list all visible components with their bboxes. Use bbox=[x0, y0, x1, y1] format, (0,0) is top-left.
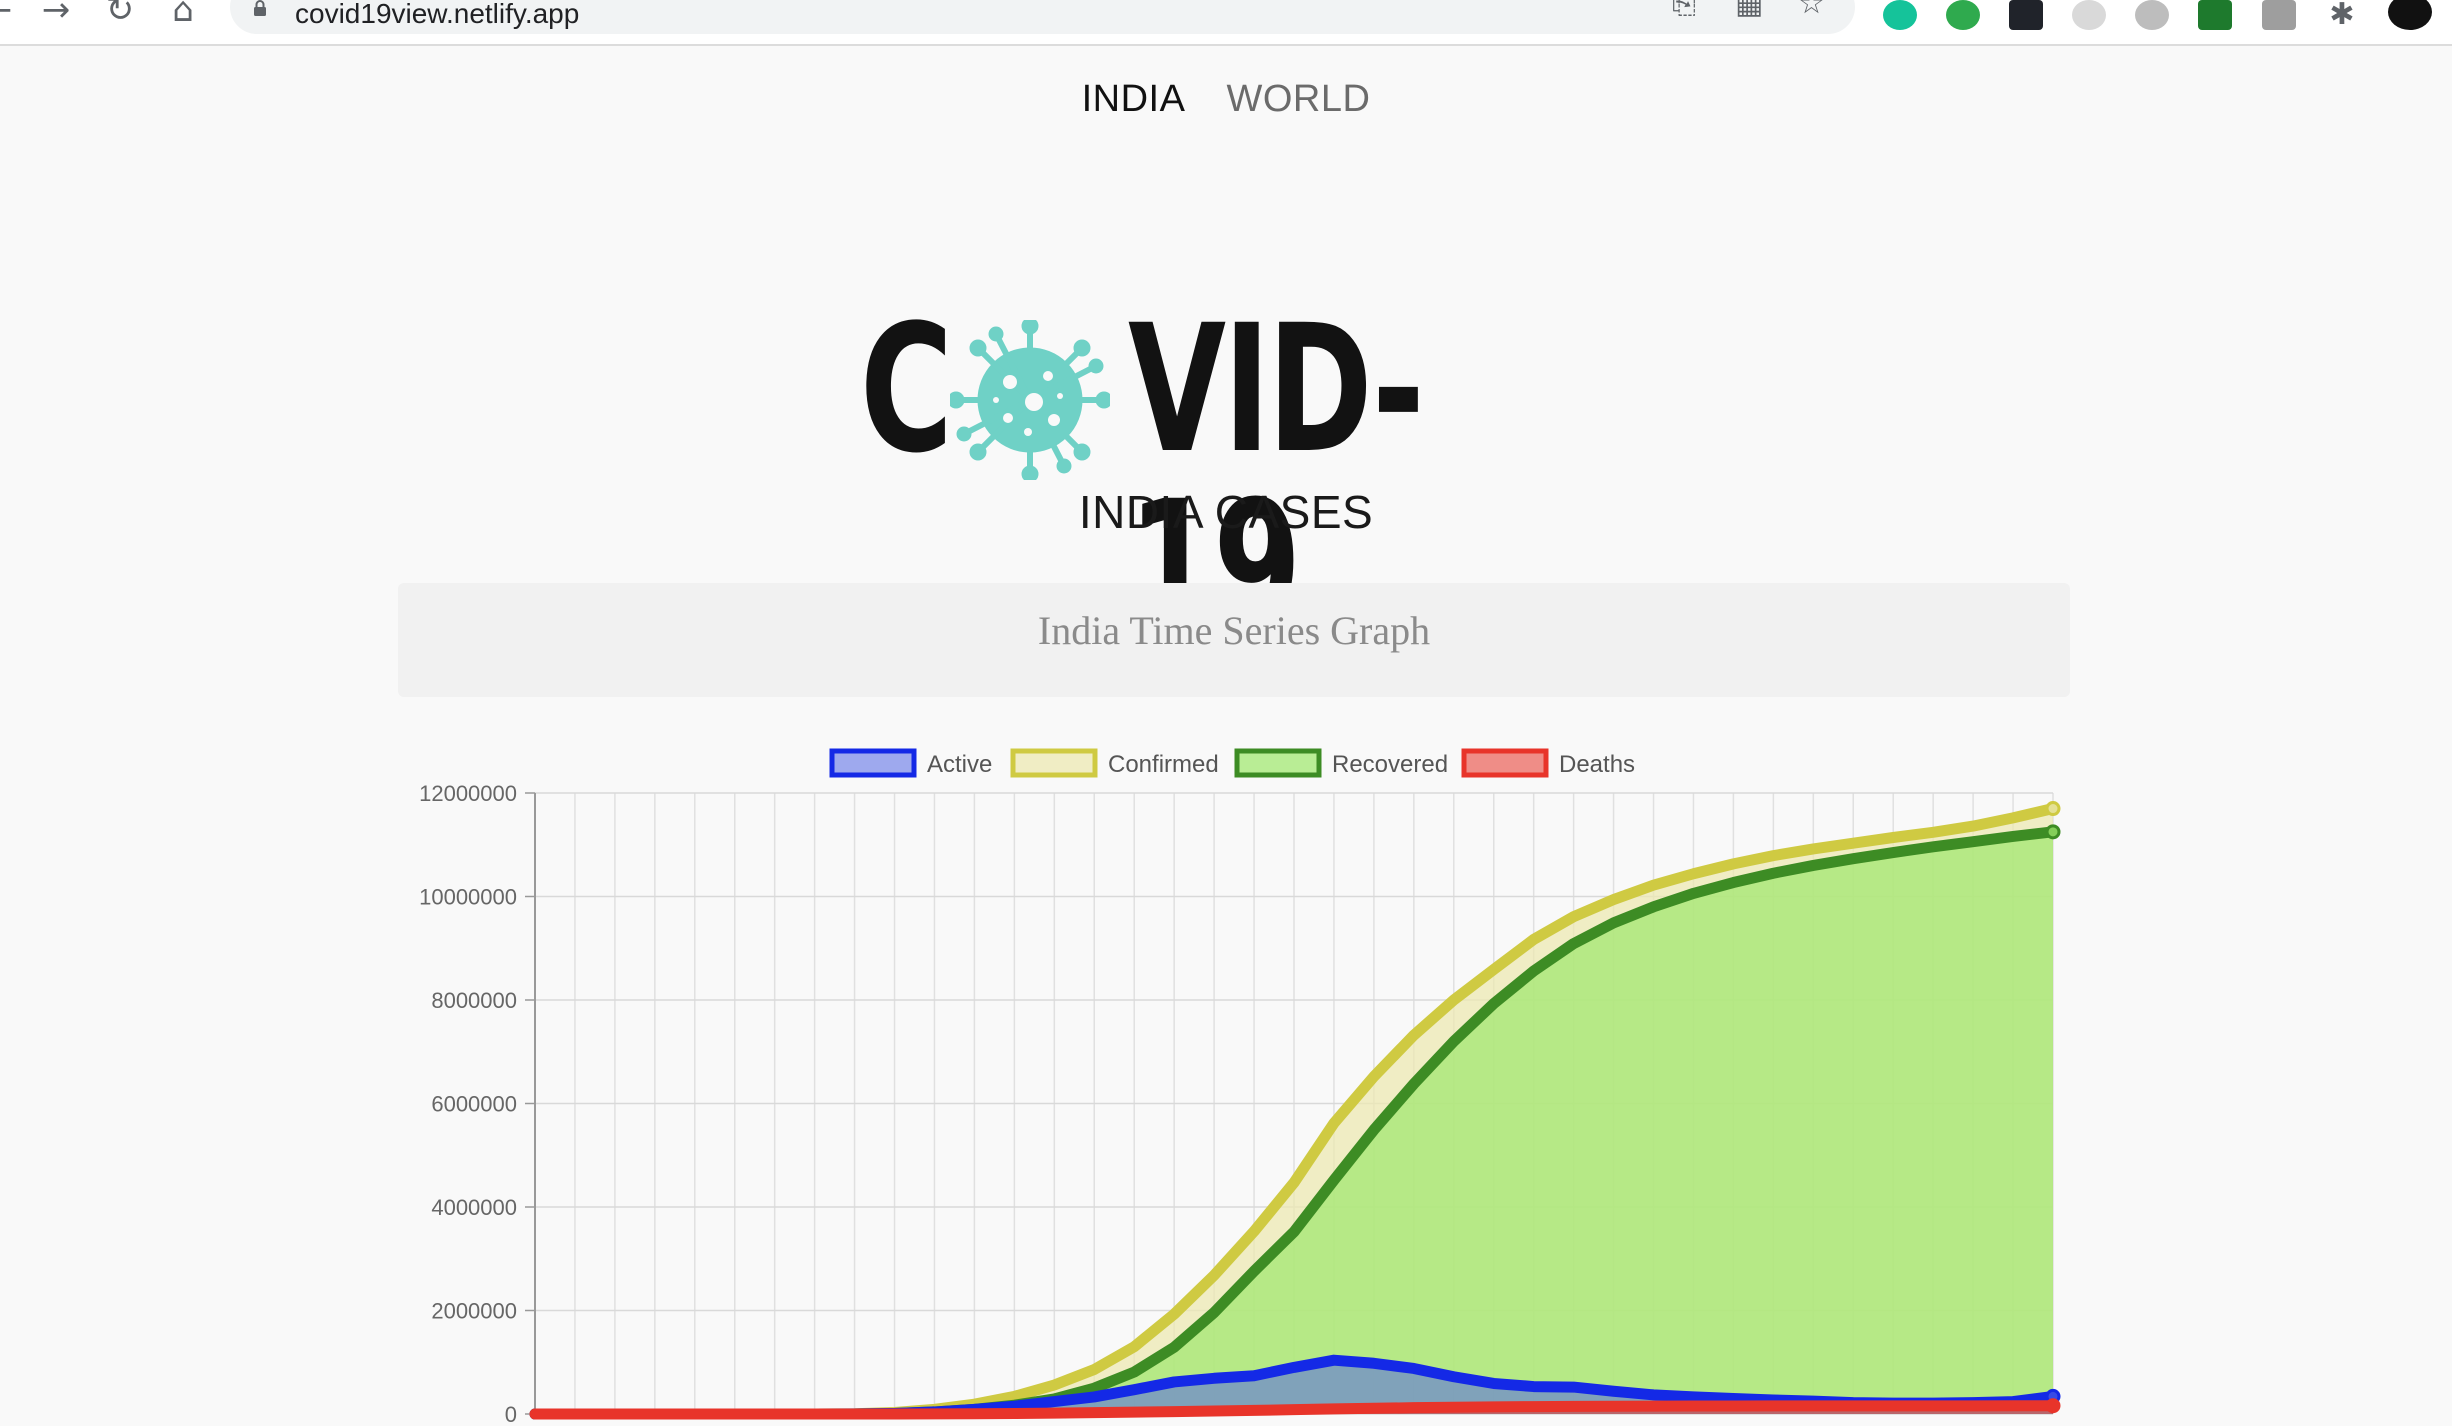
graph-title: India Time Series Graph bbox=[1037, 608, 1431, 653]
address-bar[interactable]: covid19view.netlify.app ⎘ ▦ ☆ bbox=[230, 0, 1855, 34]
virus-icon bbox=[950, 320, 1110, 480]
legend-label-confirmed: Confirmed bbox=[1108, 751, 1219, 778]
nav-link-world[interactable]: WORLD bbox=[1226, 78, 1370, 121]
evernote-extension-icon[interactable] bbox=[1946, 0, 1980, 30]
legend-swatch-recovered bbox=[1234, 748, 1322, 778]
profile-avatar[interactable] bbox=[2388, 0, 2432, 30]
y-tick-label: 10000000 bbox=[419, 885, 517, 910]
y-tick-label: 0 bbox=[505, 1402, 517, 1426]
y-tick-label: 8000000 bbox=[431, 988, 517, 1013]
excel-extension-icon[interactable] bbox=[2198, 0, 2232, 30]
install-app-icon[interactable]: ⎘ bbox=[1672, 0, 1696, 24]
reload-icon[interactable]: ↻ bbox=[100, 0, 140, 30]
browser-toolbar: ← → ↻ ⌂ covid19view.netlify.app ⎘ ▦ ☆ ✱ bbox=[0, 0, 2452, 46]
bookmark-star-icon[interactable]: ☆ bbox=[1798, 0, 1825, 24]
forward-icon[interactable]: → bbox=[36, 0, 76, 30]
covid19-logo: C VID-19 bbox=[860, 302, 1610, 654]
nav-link-india[interactable]: INDIA bbox=[1082, 78, 1186, 121]
printer-extension-icon[interactable] bbox=[2262, 0, 2296, 30]
y-tick-label: 4000000 bbox=[431, 1195, 517, 1220]
legend-swatch-confirmed bbox=[1010, 748, 1098, 778]
legend-swatch-deaths bbox=[1461, 748, 1549, 778]
series-end-point-deaths bbox=[2045, 1398, 2061, 1414]
music-extension-icon[interactable] bbox=[2135, 0, 2169, 30]
grammarly-extension-icon[interactable] bbox=[1883, 0, 1917, 30]
legend-label-active: Active bbox=[927, 751, 992, 778]
logo-text-c: C bbox=[860, 287, 953, 492]
page-subtitle: INDIA CASES bbox=[1078, 486, 1374, 538]
extensions-puzzle-icon[interactable]: ✱ bbox=[2325, 0, 2359, 30]
qr-code-icon[interactable]: ▦ bbox=[1735, 0, 1763, 24]
react-devtools-extension-icon[interactable] bbox=[2009, 0, 2043, 30]
y-tick-label: 2000000 bbox=[431, 1299, 517, 1324]
extension-icon[interactable] bbox=[2072, 0, 2106, 30]
y-tick-label: 6000000 bbox=[431, 1092, 517, 1117]
home-icon[interactable]: ⌂ bbox=[163, 0, 203, 30]
legend-label-deaths: Deaths bbox=[1559, 751, 1635, 778]
legend-label-recovered: Recovered bbox=[1332, 751, 1448, 778]
series-end-point-recovered bbox=[2045, 824, 2061, 840]
time-series-chart: 0 2000000 4000000 6000000 8000000 10000000 120… bbox=[419, 748, 2061, 1426]
top-nav: INDIA WORLD bbox=[0, 78, 2452, 121]
graph-title-panel: India Time Series Graph bbox=[398, 583, 2070, 697]
back-icon[interactable]: ← bbox=[0, 0, 18, 30]
url-text[interactable]: covid19view.netlify.app bbox=[295, 0, 579, 28]
y-tick-label: 12000000 bbox=[419, 781, 517, 806]
lock-icon bbox=[254, 0, 266, 16]
series-end-point-confirmed bbox=[2045, 801, 2061, 817]
legend-swatch-active bbox=[829, 748, 917, 778]
